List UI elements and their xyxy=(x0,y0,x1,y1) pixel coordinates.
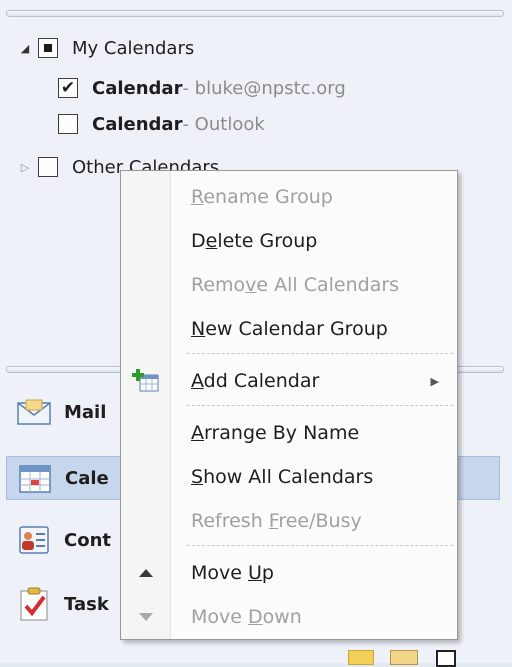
collapse-arrow-icon[interactable]: ◢ xyxy=(18,41,32,55)
menu-item-move-down[interactable]: Move Down xyxy=(121,597,457,637)
calendar-source: - Outlook xyxy=(182,113,265,135)
add-calendar-icon xyxy=(121,369,171,393)
move-up-icon xyxy=(121,568,171,578)
nav-label: Cont xyxy=(64,529,111,551)
tasks-icon xyxy=(16,586,52,622)
top-splitter[interactable] xyxy=(6,10,504,17)
expand-arrow-icon[interactable]: ▷ xyxy=(18,160,32,174)
menu-separator xyxy=(187,353,453,354)
calendar-icon xyxy=(17,460,53,496)
contacts-icon xyxy=(16,522,52,558)
shortcut-icon[interactable] xyxy=(436,650,456,667)
nav-label: Task xyxy=(64,593,109,615)
move-down-icon xyxy=(121,612,171,622)
menu-item-refresh-free-busy[interactable]: Refresh Free/Busy xyxy=(121,501,457,541)
calendar-item[interactable]: Calendar - Outlook xyxy=(58,109,265,139)
menu-item-arrange-by-name[interactable]: Arrange By Name xyxy=(121,413,457,453)
group-label: My Calendars xyxy=(72,37,195,59)
menu-item-show-all-calendars[interactable]: Show All Calendars xyxy=(121,457,457,497)
menu-item-delete-group[interactable]: Delete Group xyxy=(121,221,457,261)
nav-label: Mail xyxy=(64,401,107,423)
submenu-arrow-icon: ▶ xyxy=(430,374,439,388)
menu-item-move-up[interactable]: Move Up xyxy=(121,553,457,593)
group-checkbox[interactable] xyxy=(38,157,58,177)
calendar-name: Calendar xyxy=(92,77,183,99)
menu-item-add-calendar[interactable]: Add Calendar ▶ xyxy=(121,361,457,401)
group-my-calendars[interactable]: ◢ My Calendars xyxy=(18,33,194,63)
mail-icon xyxy=(16,394,52,430)
group-checkbox[interactable] xyxy=(38,38,58,58)
calendar-checkbox[interactable]: ✔ xyxy=(58,78,78,98)
calendar-name: Calendar xyxy=(92,113,183,135)
menu-item-rename-group[interactable]: Rename Group xyxy=(121,177,457,217)
menu-separator xyxy=(187,405,453,406)
calendar-source: - bluke@npstc.org xyxy=(182,77,346,99)
menu-separator xyxy=(187,545,453,546)
checkmark-icon: ✔ xyxy=(60,77,76,98)
calendar-item[interactable]: ✔ Calendar - bluke@npstc.org xyxy=(58,73,346,103)
nav-label: Cale xyxy=(65,467,109,489)
calendar-checkbox[interactable] xyxy=(58,114,78,134)
context-menu: Rename Group Delete Group Remove All Cal… xyxy=(120,170,458,640)
menu-item-new-calendar-group[interactable]: New Calendar Group xyxy=(121,309,457,349)
menu-item-remove-all-calendars[interactable]: Remove All Calendars xyxy=(121,265,457,305)
